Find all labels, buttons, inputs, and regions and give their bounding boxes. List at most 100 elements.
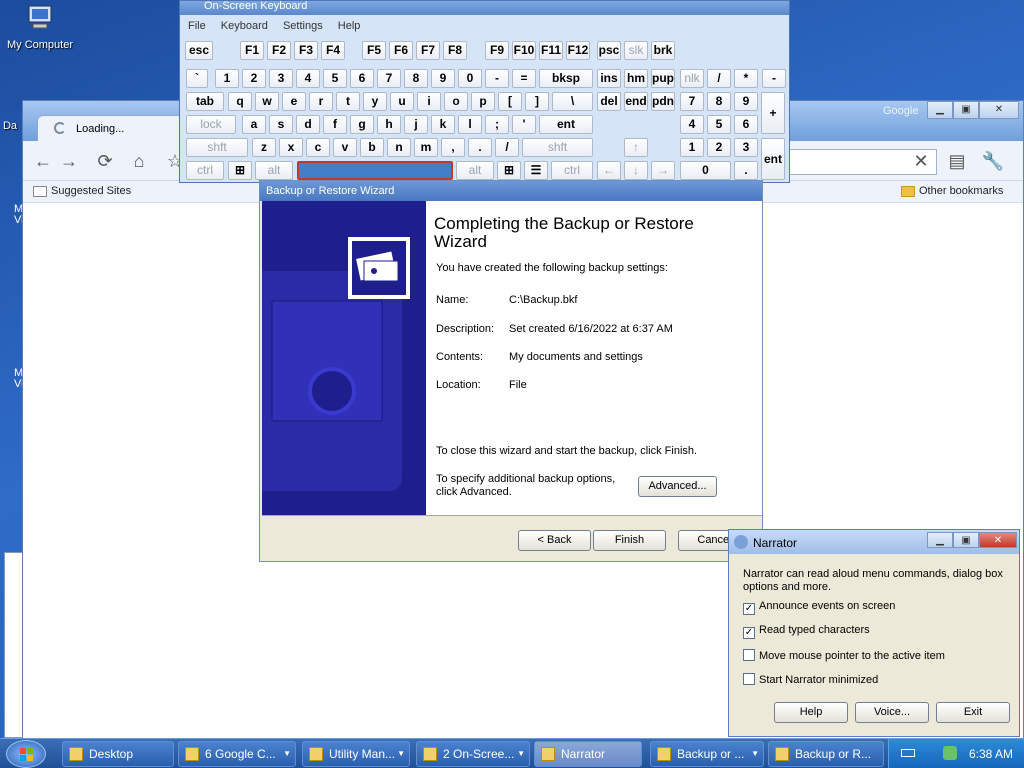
osk-key[interactable]: 5 <box>323 69 347 88</box>
osk-key[interactable]: 4 <box>296 69 320 88</box>
network-tray-icon[interactable] <box>943 746 957 760</box>
osk-key[interactable]: d <box>296 115 320 134</box>
osk-key[interactable]: F3 <box>294 41 318 60</box>
osk-key-space[interactable] <box>297 161 453 180</box>
osk-key[interactable]: 7 <box>377 69 401 88</box>
osk-key[interactable]: ← <box>597 161 621 180</box>
osk-key[interactable]: v <box>333 138 357 157</box>
osk-key[interactable]: ☰ <box>524 161 548 180</box>
osk-key[interactable]: c <box>306 138 330 157</box>
osk-key[interactable]: \ <box>552 92 593 111</box>
close-button[interactable]: ✕ <box>979 532 1017 548</box>
osk-key[interactable]: . <box>468 138 492 157</box>
taskbar-item[interactable]: 2 On-Scree... ▼ <box>416 741 530 767</box>
help-button[interactable]: Help <box>774 702 848 723</box>
reload-icon[interactable]: ⟳ <box>93 149 117 173</box>
narrator-option[interactable]: Start Narrator minimized <box>743 673 878 686</box>
osk-key[interactable]: f <box>323 115 347 134</box>
osk-key[interactable]: F6 <box>389 41 413 60</box>
osk-key[interactable]: 1 <box>215 69 239 88</box>
osk-key[interactable]: ; <box>485 115 509 134</box>
osk-key[interactable]: - <box>762 69 786 88</box>
dropdown-arrow-icon[interactable]: ▼ <box>283 742 291 766</box>
osk-key[interactable]: ent <box>539 115 593 134</box>
osk-key[interactable]: r <box>309 92 333 111</box>
osk-key[interactable]: F11 <box>539 41 563 60</box>
checkbox-unchecked-icon[interactable] <box>743 649 755 661</box>
osk-key[interactable]: 2 <box>707 138 731 157</box>
taskbar-item[interactable]: Desktop <box>62 741 174 767</box>
osk-key[interactable]: brk <box>651 41 675 60</box>
osk-key[interactable]: ' <box>512 115 536 134</box>
osk-key[interactable]: 1 <box>680 138 704 157</box>
home-icon[interactable]: ⌂ <box>127 149 151 173</box>
dropdown-arrow-icon[interactable]: ▼ <box>517 742 525 766</box>
osk-key[interactable]: slk <box>624 41 648 60</box>
osk-key[interactable]: h <box>377 115 401 134</box>
osk-key[interactable]: lock <box>186 115 236 134</box>
osk-key[interactable]: F5 <box>362 41 386 60</box>
osk-key[interactable]: b <box>360 138 384 157</box>
osk-key[interactable]: ↑ <box>624 138 648 157</box>
osk-key[interactable]: 5 <box>707 115 731 134</box>
osk-key[interactable]: 4 <box>680 115 704 134</box>
bookmark-other[interactable]: Other bookmarks <box>901 185 1003 197</box>
osk-key[interactable]: ` <box>186 69 208 88</box>
clock[interactable]: 6:38 AM <box>969 747 1013 761</box>
osk-key[interactable]: 3 <box>269 69 293 88</box>
checkbox-unchecked-icon[interactable] <box>743 673 755 685</box>
osk-key[interactable]: z <box>252 138 276 157</box>
osk-key[interactable]: F4 <box>321 41 345 60</box>
taskbar-item[interactable]: Narrator <box>534 741 642 767</box>
osk-key[interactable]: ins <box>597 69 621 88</box>
taskbar-item[interactable]: Backup or ... ▼ <box>650 741 764 767</box>
checkbox-checked-icon[interactable]: ✓ <box>743 627 755 639</box>
osk-key[interactable]: / <box>495 138 519 157</box>
osk-key[interactable]: , <box>441 138 465 157</box>
minimize-button[interactable]: ▁ <box>927 532 953 548</box>
stop-x-icon[interactable]: ✕ <box>909 149 933 173</box>
osk-key[interactable]: 9 <box>431 69 455 88</box>
osk-key[interactable]: q <box>228 92 252 111</box>
osk-key[interactable]: u <box>390 92 414 111</box>
osk-key[interactable]: 6 <box>734 115 758 134</box>
osk-key[interactable]: w <box>255 92 279 111</box>
osk-key[interactable]: l <box>458 115 482 134</box>
osk-key[interactable]: alt <box>255 161 293 180</box>
osk-key[interactable]: ↓ <box>624 161 648 180</box>
osk-key[interactable]: nlk <box>680 69 704 88</box>
osk-key[interactable]: = <box>512 69 536 88</box>
osk-key[interactable]: i <box>417 92 441 111</box>
narrator-option[interactable]: ✓ Read typed characters <box>743 624 870 639</box>
osk-key[interactable]: F2 <box>267 41 291 60</box>
osk-key[interactable]: 8 <box>404 69 428 88</box>
osk-key[interactable]: e <box>282 92 306 111</box>
osk-key[interactable]: y <box>363 92 387 111</box>
osk-key[interactable]: pup <box>651 69 675 88</box>
finish-button[interactable]: Finish <box>593 530 666 551</box>
bookmark-suggested-sites[interactable]: Suggested Sites <box>33 185 131 197</box>
close-button[interactable]: ✕ <box>979 101 1019 119</box>
osk-key[interactable]: 0 <box>680 161 731 180</box>
back-arrow-icon[interactable]: ← <box>31 149 55 173</box>
taskbar-item[interactable]: Utility Man... ▼ <box>302 741 410 767</box>
osk-key[interactable]: tab <box>186 92 224 111</box>
osk-key[interactable]: shft <box>522 138 593 157</box>
osk-key[interactable]: del <box>597 92 621 111</box>
osk-key[interactable]: + <box>761 92 785 134</box>
dropdown-arrow-icon[interactable]: ▼ <box>397 742 405 766</box>
exit-button[interactable]: Exit <box>936 702 1010 723</box>
osk-key[interactable]: esc <box>185 41 213 60</box>
osk-key[interactable]: - <box>485 69 509 88</box>
my-computer-desktop-icon[interactable]: My Computer <box>0 4 80 51</box>
start-button[interactable] <box>6 740 46 768</box>
osk-key[interactable]: alt <box>456 161 494 180</box>
osk-key[interactable]: s <box>269 115 293 134</box>
osk-key[interactable]: hm <box>624 69 648 88</box>
osk-key[interactable]: t <box>336 92 360 111</box>
osk-key[interactable]: 8 <box>707 92 731 111</box>
osk-key[interactable]: o <box>444 92 468 111</box>
osk-key[interactable]: pdn <box>651 92 675 111</box>
osk-key[interactable]: [ <box>498 92 522 111</box>
maximize-button[interactable]: ▣ <box>953 101 979 119</box>
